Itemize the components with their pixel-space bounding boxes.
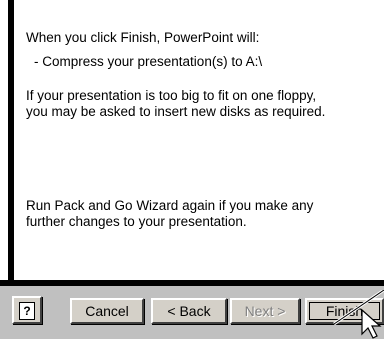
compress-step-text: - Compress your presentation(s) to A:\ <box>34 54 263 69</box>
pack-and-go-wizard: When you click Finish, PowerPoint will: … <box>0 0 384 339</box>
floppy-warning-text: If your presentation is too big to fit o… <box>26 88 326 119</box>
cancel-button[interactable]: Cancel <box>70 298 144 324</box>
help-icon: ? <box>19 302 35 320</box>
help-button[interactable]: ? <box>12 296 42 324</box>
next-button[interactable]: Next > <box>230 298 300 324</box>
back-button[interactable]: < Back <box>151 298 227 324</box>
run-again-text: Run Pack and Go Wizard again if you make… <box>26 198 314 229</box>
finish-intro-text: When you click Finish, PowerPoint will: <box>26 30 260 45</box>
wizard-content-pane: When you click Finish, PowerPoint will: … <box>8 0 384 280</box>
arrow-pointer-icon <box>333 290 384 339</box>
